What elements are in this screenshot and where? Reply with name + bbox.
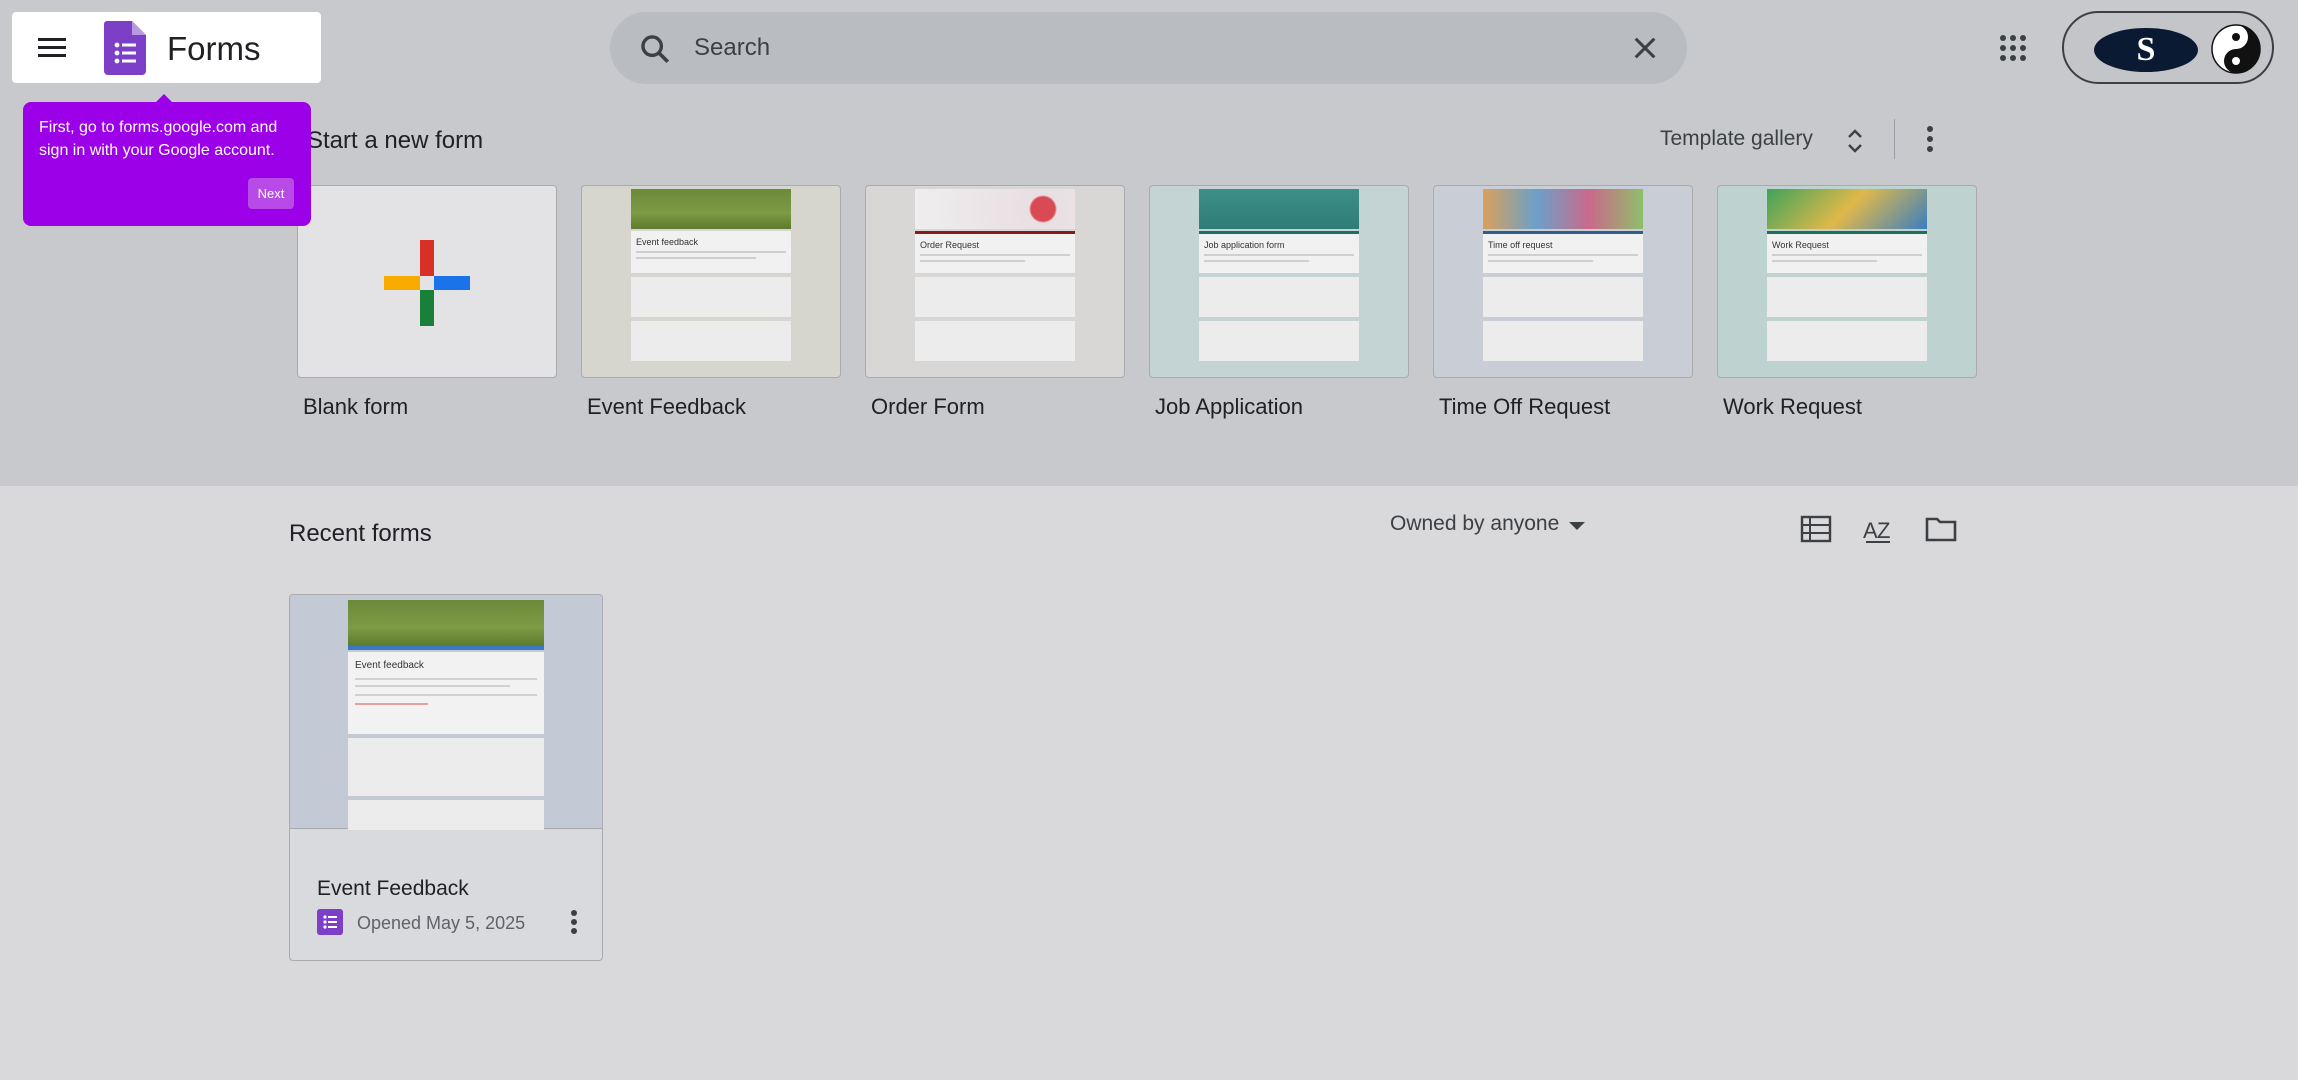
divider [1894,119,1895,159]
template-name: Work Request [1723,394,1862,419]
caret-down-icon [1569,521,1586,530]
template-thumbnail: Order Request [865,185,1125,378]
template-event-feedback[interactable]: Event feedback Event Feedback [581,185,841,420]
template-preview: Work Request [1767,189,1927,377]
section-title: Start a new form [307,127,484,154]
search-input[interactable] [694,26,1594,70]
brand-area: Forms [12,12,321,83]
close-icon[interactable] [1631,34,1659,62]
forms-logo-icon[interactable] [104,21,146,75]
template-order-form[interactable]: Order Request Order Form [865,185,1125,420]
app-header: Forms S [0,0,2298,97]
recent-form-opened-date: Opened May 5, 2025 [357,913,526,933]
template-preview: Time off request [1483,189,1643,377]
template-name: Time Off Request [1439,394,1611,419]
template-time-off-request[interactable]: Time off request Time Off Request [1433,185,1693,420]
recent-form-thumbnail: Event feedback [290,595,602,830]
template-thumbnail: Work Request [1717,185,1977,378]
sort-az-icon[interactable]: A Z [1862,514,1894,544]
template-work-request[interactable]: Work Request Work Request [1717,185,1977,420]
recent-form-name: Event Feedback [317,877,469,900]
recent-form-card[interactable]: Event feedback Event Feedback Opened May… [289,594,603,961]
svg-text:Z: Z [1877,518,1890,543]
tooltip-next-button[interactable]: Next [248,178,294,209]
avatar [2211,24,2261,74]
onboarding-tooltip: First, go to forms.google.com and sign i… [23,102,311,226]
forms-file-icon [317,909,343,935]
template-name: Job Application [1155,394,1303,419]
preview-title: Event feedback [355,660,424,671]
search-bar [610,12,1687,84]
svg-text:A: A [1863,518,1878,543]
unfold-icon [1848,129,1862,153]
owner-filter-label: Owned by anyone [1390,512,1560,535]
template-preview: Order Request [915,189,1075,377]
list-view-icon[interactable] [1800,514,1832,544]
recent-form-preview: Event feedback [348,600,544,830]
template-preview: Job application form [1199,189,1359,377]
account-logo-icon: S [2094,28,2198,72]
template-thumbnail: Event feedback [581,185,841,378]
owner-filter-dropdown[interactable]: Owned by anyone [1390,512,1586,548]
template-section: Start a new form Template gallery Blank … [0,97,2298,486]
apps-grid-icon[interactable] [2000,35,2026,61]
template-name: Blank form [303,394,409,419]
template-gallery-label: Template gallery [1660,127,1813,150]
template-job-application[interactable]: Job application form Job Application [1149,185,1409,420]
template-thumbnail: Job application form [1149,185,1409,378]
folder-icon[interactable] [1925,514,1957,544]
tooltip-text: First, go to forms.google.com and sign i… [39,119,278,159]
more-vert-icon[interactable] [1918,123,1942,155]
plus-icon [384,240,470,326]
more-vert-icon[interactable] [562,907,586,937]
recent-forms-title: Recent forms [289,520,432,547]
template-blank-form[interactable]: Blank form [297,185,557,420]
template-preview: Event feedback [631,189,791,377]
app-name: Forms [167,30,261,67]
template-thumbnail: Time off request [1433,185,1693,378]
template-thumbnail [297,185,557,378]
template-name: Event Feedback [587,394,746,419]
main-menu-button[interactable] [38,34,68,60]
account-button[interactable]: S [2062,11,2274,84]
search-icon[interactable] [638,32,672,66]
template-gallery-button[interactable]: Template gallery [1652,117,1872,161]
template-name: Order Form [871,394,985,419]
